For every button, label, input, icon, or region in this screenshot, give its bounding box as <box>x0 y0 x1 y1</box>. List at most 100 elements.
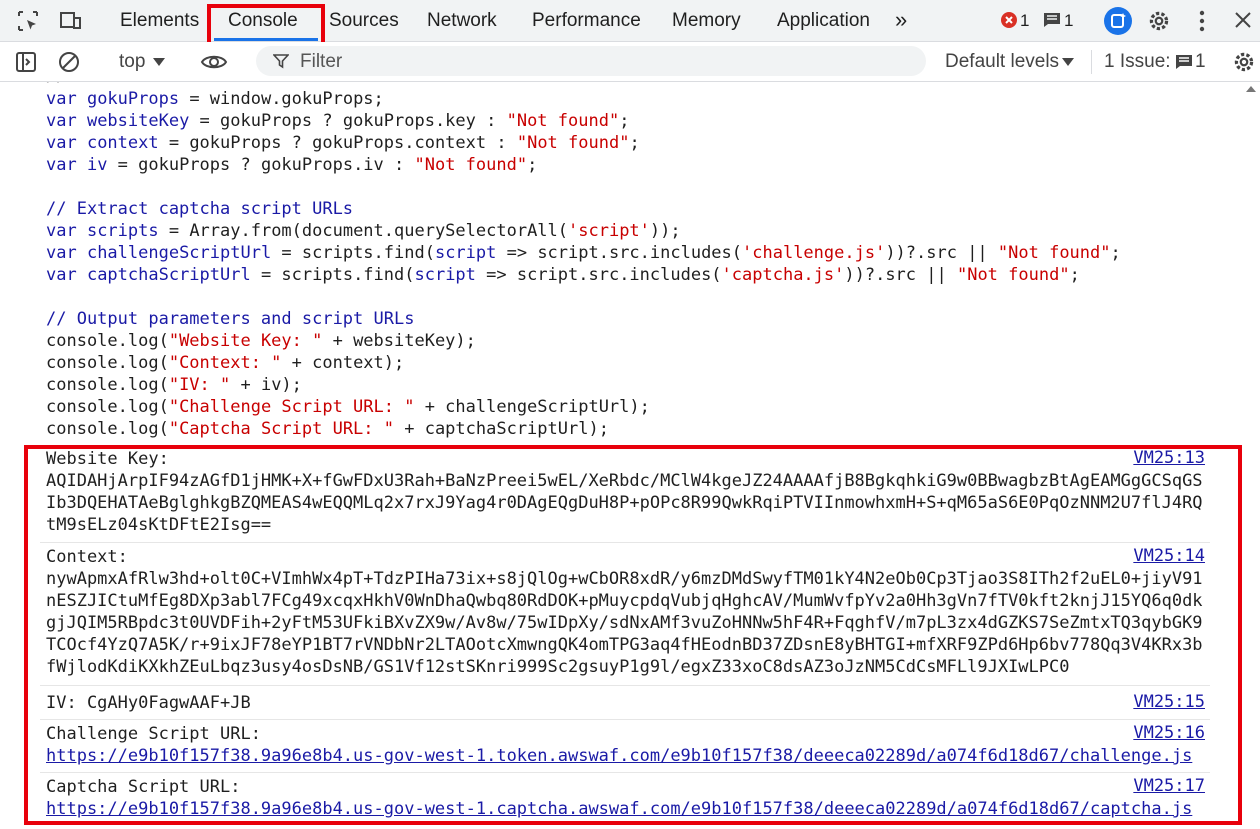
issues-label[interactable]: 1 Issue: <box>1104 51 1171 73</box>
code-line: var gokuProps = window.gokuProps; <box>46 88 384 110</box>
code-token: captchaScriptUrl <box>86 265 251 285</box>
code-token: console.log( <box>46 419 169 439</box>
code-token: => script.src.includes( <box>475 265 722 285</box>
code-token: = gokuProps ? gokuProps.key : <box>189 111 507 131</box>
close-icon[interactable] <box>1234 11 1252 29</box>
code-token: = gokuProps ? gokuProps.iv : <box>107 155 415 175</box>
code-token: scripts <box>86 221 159 241</box>
code-token: console.log( <box>46 375 169 395</box>
code-token: "Context: " <box>168 353 282 373</box>
context-selector[interactable]: top <box>119 51 145 73</box>
code-token: ; <box>629 133 640 153</box>
code-line: console.log("IV: " + iv); <box>46 374 302 396</box>
tab-memory[interactable]: Memory <box>672 10 741 32</box>
code-line: console.log("Challenge Script URL: " + c… <box>46 396 650 418</box>
code-line: console.log("Context: " + context); <box>46 352 404 374</box>
console-tab-highlight <box>207 4 325 46</box>
code-token: ))?.src || <box>885 243 998 263</box>
code-token: => script.src.includes( <box>496 243 743 263</box>
code-token: var <box>46 243 87 263</box>
code-token: // Output parameters and script URLs <box>46 309 415 329</box>
code-line: var iv = gokuProps ? gokuProps.iv : "Not… <box>46 154 537 176</box>
code-token: script <box>434 243 497 263</box>
code-token: console.log( <box>46 397 169 417</box>
code-token: console.log( <box>46 331 169 351</box>
output-highlight <box>24 445 1242 825</box>
code-line: console.log("Captcha Script URL: " + cap… <box>46 418 609 440</box>
code-token: "IV: " <box>168 375 231 395</box>
code-token: + captchaScriptUrl); <box>394 419 609 439</box>
tab-network[interactable]: Network <box>427 10 497 32</box>
message-count[interactable]: 1 <box>1064 11 1073 31</box>
code-token: "Not found" <box>414 155 528 175</box>
devtools-tab-bar: Elements Console Sources Network Perform… <box>0 0 1260 42</box>
console-settings-gear-icon[interactable] <box>1231 49 1257 75</box>
clear-console-icon[interactable] <box>57 50 81 74</box>
code-token: = scripts.find( <box>250 265 415 285</box>
code-token: var <box>46 265 87 285</box>
code-token: + challengeScriptUrl); <box>414 397 650 417</box>
code-token: var <box>46 155 87 175</box>
error-icon[interactable] <box>1000 11 1018 29</box>
code-line: var challengeScriptUrl = scripts.find(sc… <box>46 242 1121 264</box>
filter-input[interactable]: Filter <box>256 46 926 76</box>
code-token: "Not found" <box>956 265 1070 285</box>
inspect-element-icon[interactable] <box>16 9 40 33</box>
code-token: )); <box>649 221 681 241</box>
code-line: var context = gokuProps ? gokuProps.cont… <box>46 132 640 154</box>
error-count[interactable]: 1 <box>1020 11 1029 31</box>
toolbar-divider <box>1091 50 1092 74</box>
issues-count[interactable]: 1 <box>1195 51 1206 73</box>
code-token: "Not found" <box>997 243 1111 263</box>
filter-placeholder: Filter <box>300 51 343 72</box>
issues-message-icon[interactable] <box>1175 54 1193 70</box>
code-line: var scripts = Array.from(document.queryS… <box>46 220 681 242</box>
code-line: var captchaScriptUrl = scripts.find(scri… <box>46 264 1080 286</box>
code-token: script <box>414 265 476 285</box>
code-token: gokuProps <box>86 89 180 109</box>
log-levels-dropdown[interactable]: Default levels <box>945 51 1059 73</box>
code-token: iv <box>86 155 108 175</box>
chevron-down-icon[interactable] <box>153 58 165 66</box>
sidebar-toggle-icon[interactable] <box>14 50 38 74</box>
code-token: websiteKey <box>86 111 190 131</box>
tab-application[interactable]: Application <box>777 10 870 32</box>
tab-elements[interactable]: Elements <box>120 10 199 32</box>
code-token: challengeScriptUrl <box>86 243 272 263</box>
settings-gear-icon[interactable] <box>1146 8 1172 34</box>
code-token: ; <box>619 111 630 131</box>
code-token: var <box>46 89 87 109</box>
live-expression-eye-icon[interactable] <box>200 50 228 74</box>
code-token: ))?.src || <box>844 265 957 285</box>
code-token: "Challenge Script URL: " <box>168 397 415 417</box>
code-token: ; <box>527 155 538 175</box>
code-token: = scripts.find( <box>271 243 435 263</box>
filter-icon <box>273 54 289 69</box>
levels-chevron-down-icon[interactable] <box>1062 58 1074 66</box>
code-token: + context); <box>281 353 405 373</box>
code-token: ; <box>1069 265 1080 285</box>
code-token: var <box>46 133 87 153</box>
more-options-icon[interactable] <box>1196 9 1208 33</box>
code-token: var <box>46 111 87 131</box>
code-line: console.log("Website Key: " + websiteKey… <box>46 330 476 352</box>
code-token: "Not found" <box>506 111 620 131</box>
code-token: "Website Key: " <box>168 331 323 351</box>
code-token: ; <box>1110 243 1121 263</box>
code-token: = Array.from(document.querySelectorAll( <box>158 221 569 241</box>
tab-sources[interactable]: Sources <box>329 10 399 32</box>
scroll-up-arrow-icon[interactable] <box>1246 86 1256 92</box>
code-token: context <box>86 133 159 153</box>
code-token: 'challenge.js' <box>742 243 886 263</box>
code-line: var websiteKey = gokuProps ? gokuProps.k… <box>46 110 629 132</box>
tab-performance[interactable]: Performance <box>532 10 641 32</box>
code-line: // Output parameters and script URLs <box>46 308 414 330</box>
more-tabs-button[interactable]: » <box>895 7 907 33</box>
message-icon[interactable] <box>1043 12 1061 28</box>
code-token: + iv); <box>230 375 302 395</box>
code-token: 'captcha.js' <box>721 265 845 285</box>
code-token: + websiteKey); <box>322 331 476 351</box>
code-token: = gokuProps ? gokuProps.context : <box>158 133 517 153</box>
ai-assistance-icon[interactable] <box>1103 6 1133 36</box>
device-toolbar-icon[interactable] <box>58 9 82 33</box>
